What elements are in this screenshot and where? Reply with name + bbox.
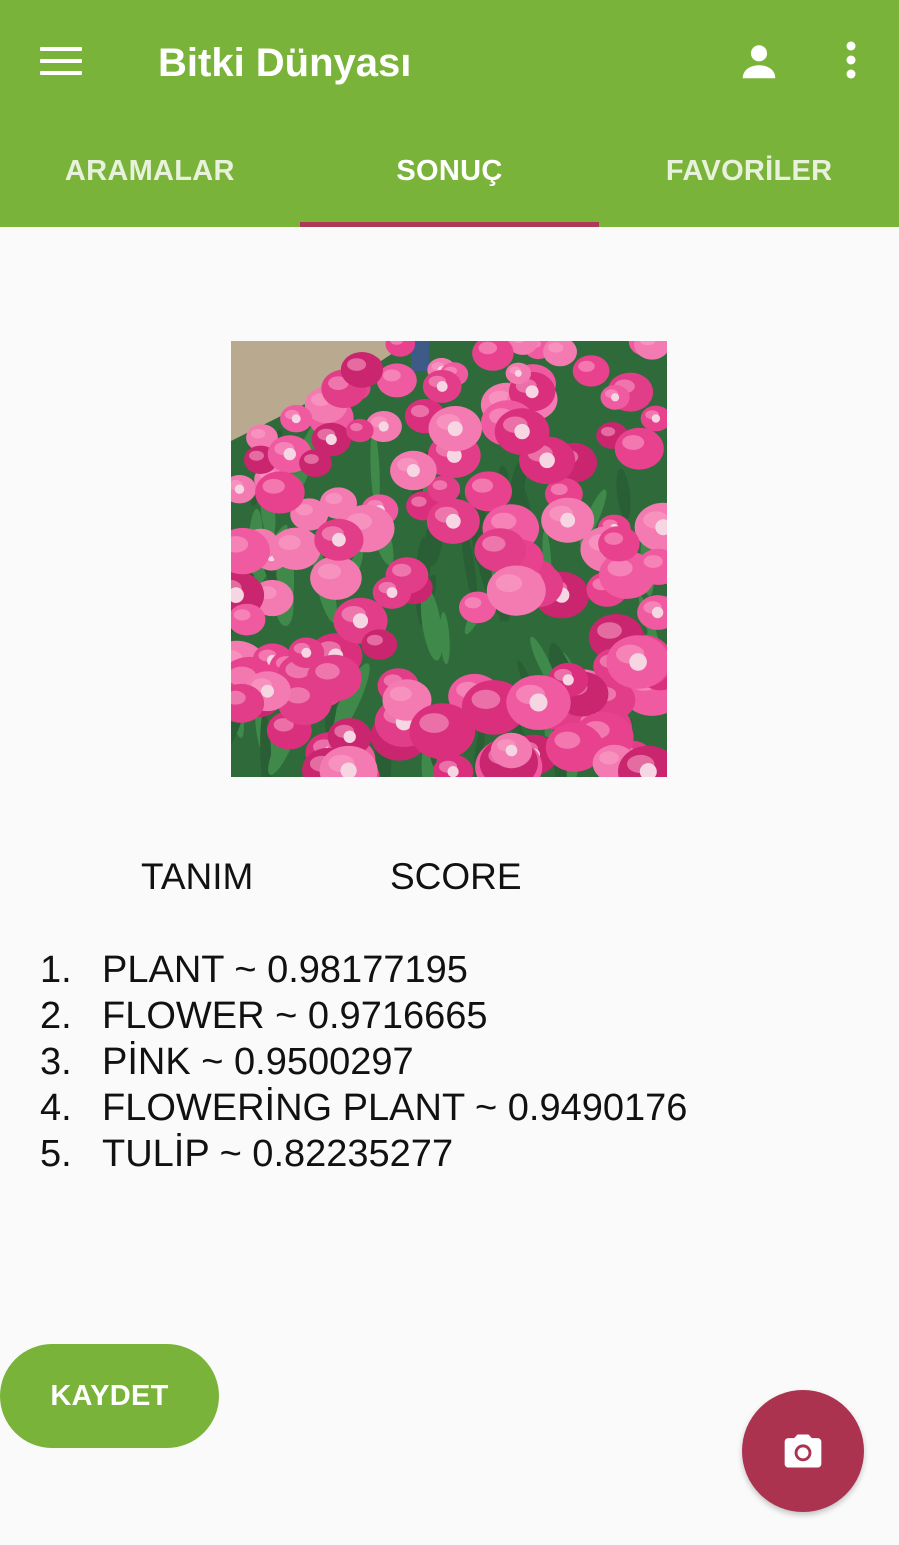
item-text: PİNK ~ 0.9500297 xyxy=(102,1041,414,1083)
list-item: 1. PLANT ~ 0.98177195 xyxy=(40,947,687,993)
item-text: FLOWERİNG PLANT ~ 0.9490176 xyxy=(102,1087,688,1129)
item-text: PLANT ~ 0.98177195 xyxy=(102,949,468,991)
result-list: 1. PLANT ~ 0.98177195 2. FLOWER ~ 0.971666… xyxy=(40,947,687,1177)
camera-button[interactable] xyxy=(742,1390,864,1512)
person-icon[interactable] xyxy=(736,38,782,84)
plant-photo xyxy=(231,341,667,777)
more-vert-icon[interactable] xyxy=(836,38,866,84)
camera-icon xyxy=(784,1434,822,1468)
item-number: 3. xyxy=(40,1041,72,1083)
tab-favoriler[interactable]: FAVORİLER xyxy=(599,120,899,227)
item-text: TULİP ~ 0.82235277 xyxy=(102,1133,454,1175)
item-number: 1. xyxy=(40,949,72,991)
app-bar: Bitki Dünyası ARAMALAR SONUÇ FAVORİLER xyxy=(0,0,899,227)
column-header-score: SCORE xyxy=(390,856,522,897)
item-text: FLOWER ~ 0.9716665 xyxy=(102,995,488,1037)
menu-icon[interactable] xyxy=(40,44,82,78)
tab-sonuc[interactable]: SONUÇ xyxy=(299,120,600,227)
list-item: 2. FLOWER ~ 0.9716665 xyxy=(40,993,687,1039)
app-title: Bitki Dünyası xyxy=(158,41,412,85)
list-item: 5. TULİP ~ 0.82235277 xyxy=(40,1131,687,1177)
list-item: 3. PİNK ~ 0.9500297 xyxy=(40,1039,687,1085)
column-header-tanim: TANIM xyxy=(141,856,254,897)
tab-bar: ARAMALAR SONUÇ FAVORİLER xyxy=(0,120,899,227)
list-item: 4. FLOWERİNG PLANT ~ 0.9490176 xyxy=(40,1085,687,1131)
item-number: 2. xyxy=(40,995,72,1037)
item-number: 5. xyxy=(40,1133,72,1175)
save-button[interactable]: KAYDET xyxy=(0,1344,219,1448)
item-number: 4. xyxy=(40,1087,72,1129)
tab-aramalar[interactable]: ARAMALAR xyxy=(0,120,300,227)
